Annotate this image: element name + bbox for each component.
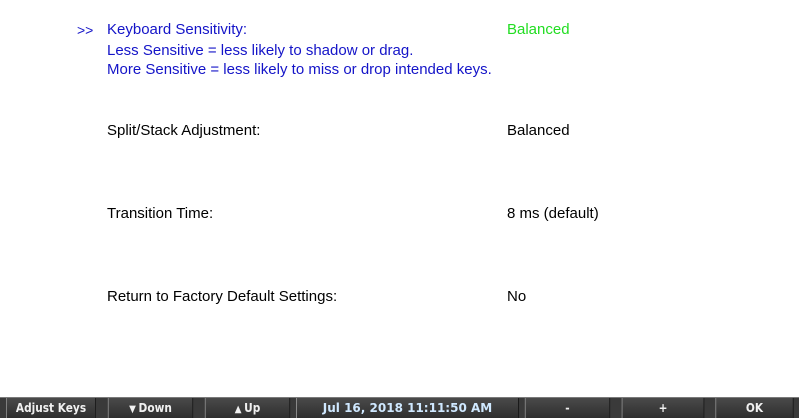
setting-label: Return to Factory Default Settings: xyxy=(107,288,338,305)
settings-screen: >> Keyboard Sensitivity: Balanced Less S… xyxy=(0,0,799,418)
datetime-display: Jul 16, 2018 11:11:50 AM xyxy=(296,398,519,418)
selection-marker: >> xyxy=(77,22,94,38)
up-label: Up xyxy=(244,401,261,415)
setting-label: Split/Stack Adjustment: xyxy=(107,122,261,139)
plus-button[interactable]: + xyxy=(621,398,705,418)
adjust-keys-button[interactable]: Adjust Keys xyxy=(6,398,96,418)
setting-value[interactable]: No xyxy=(507,288,526,306)
setting-label: Transition Time: xyxy=(107,205,214,222)
softkey-bar: Adjust Keys ▼ Down ▲ Up Jul 16, 2018 11:11… xyxy=(0,397,799,418)
adjust-keys-label: Adjust Keys xyxy=(15,401,87,415)
down-label: Down xyxy=(138,401,172,415)
minus-button[interactable]: - xyxy=(524,398,611,418)
setting-label: Keyboard Sensitivity: xyxy=(107,21,248,38)
ok-button[interactable]: OK xyxy=(715,398,794,418)
up-button[interactable]: ▲ Up xyxy=(204,398,291,418)
minus-label: - xyxy=(565,401,570,415)
plus-label: + xyxy=(658,401,668,415)
setting-value[interactable]: Balanced xyxy=(507,21,570,39)
down-button[interactable]: ▼ Down xyxy=(107,398,194,418)
triangle-up-icon: ▲ xyxy=(234,404,242,415)
help-text-less-sensitive: Less Sensitive = less likely to shadow o… xyxy=(107,42,414,59)
triangle-down-icon: ▼ xyxy=(129,404,136,415)
setting-value[interactable]: 8 ms (default) xyxy=(507,205,599,223)
help-text-more-sensitive: More Sensitive = less likely to miss or … xyxy=(107,61,492,78)
ok-label: OK xyxy=(745,401,764,415)
setting-value[interactable]: Balanced xyxy=(507,122,570,140)
